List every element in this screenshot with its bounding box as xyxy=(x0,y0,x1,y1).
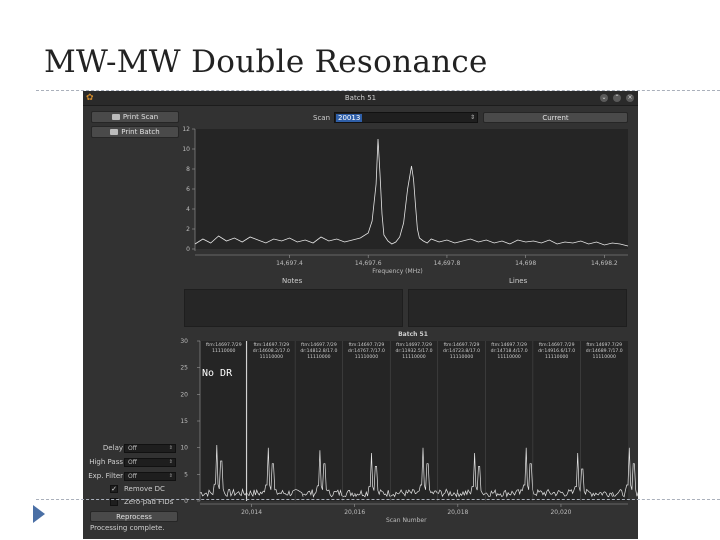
delay-label: Delay xyxy=(102,444,123,452)
batch-segment-label-line3: 11110000 xyxy=(307,354,330,360)
batch-segment-label-line2: dr:11932.5/17.0 xyxy=(395,348,432,354)
batch-segment-label-line1: ftm:14697.7/29 xyxy=(491,342,527,348)
batch-segment-label-line2: 11110000 xyxy=(212,348,235,354)
batch-segment-label-line1: ftm:14697.7/29 xyxy=(539,342,575,348)
high-pass-label: High Pass xyxy=(89,458,123,466)
batch-x-tick-label: 20,014 xyxy=(241,509,262,516)
delay-spinbox[interactable]: Off ⇕ xyxy=(124,444,176,453)
spectrum-x-tick-label: 14,698.2 xyxy=(591,260,618,267)
batch-segment-label-line1: ftm:14697.7/29 xyxy=(301,342,337,348)
bullet-arrow-icon xyxy=(33,505,45,523)
batch-segment-label-line1: ftm:14697.7/29 xyxy=(206,342,242,348)
batch-segment-label-line2: dr:14916.6/17.0 xyxy=(538,348,575,354)
spin-arrows-icon[interactable]: ⇕ xyxy=(169,445,173,452)
batch-segment-label-line2: dr:14812.8/17.0 xyxy=(300,348,337,354)
reprocess-label: Reprocess xyxy=(116,513,152,521)
slide-title: MW-MW Double Resonance xyxy=(44,44,488,80)
spectrum-y-tick-label: 0 xyxy=(186,246,190,253)
spectrum-y-tick-label: 12 xyxy=(182,126,190,133)
spectrum-y-tick-label: 4 xyxy=(186,206,190,213)
batch-segment-label-line3: 11110000 xyxy=(402,354,425,360)
batch-segment-label-line2: dr:14723.8/17.0 xyxy=(443,348,480,354)
batch-y-tick-label: 30 xyxy=(180,338,188,345)
batch-segment-label-line3: 11110000 xyxy=(450,354,473,360)
batch-y-tick-label: 20 xyxy=(180,391,188,398)
batch-segment-label-line3: 11110000 xyxy=(260,354,283,360)
batch-plot-area xyxy=(200,341,628,501)
spectrum-plot[interactable]: 0 2 4 6 8 10 12 14,697.4 14,697.6 14,697.8 14,698 1… xyxy=(182,126,629,275)
batch-segment-label-line2: dr:14608.2/17.0 xyxy=(253,348,290,354)
batch-segment-label-line1: ftm:14697.7/29 xyxy=(586,342,622,348)
batch-segment-label-line1: ftm:14697.7/29 xyxy=(396,342,432,348)
batch-y-tick-label: 15 xyxy=(180,418,188,425)
batch-segment-label-line3: 11110000 xyxy=(355,354,378,360)
spectrum-plot-area xyxy=(195,129,628,249)
batch-segment-label-line2: dr:14718.4/17.0 xyxy=(491,348,528,354)
exp-filter-value: Off xyxy=(128,473,137,480)
batch-segment-label-line3: 11110000 xyxy=(497,354,520,360)
footer-divider xyxy=(36,499,720,500)
spectrum-x-tick-label: 14,697.8 xyxy=(434,260,461,267)
delay-value: Off xyxy=(128,445,137,452)
spectrum-y-tick-label: 10 xyxy=(182,146,190,153)
batch-y-tick-label: 10 xyxy=(180,445,188,452)
spectrum-x-tick-label: 14,698 xyxy=(515,260,536,267)
remove-dc-label: Remove DC xyxy=(124,485,165,493)
batch-segment-label-line1: ftm:14697.7/29 xyxy=(349,342,385,348)
exp-filter-spinbox[interactable]: Off ⇕ xyxy=(124,472,176,481)
batch-x-axis-label: Scan Number xyxy=(386,517,427,524)
batch-plot[interactable]: Batch 5105101520253020,014 20,016 20,018 20… xyxy=(180,331,638,524)
app-window: ✿ Batch 51 ⌄ ⌃ × Print Scan Print Batch … xyxy=(83,91,638,539)
batch-x-tick-label: 20,016 xyxy=(344,509,365,516)
high-pass-value: Off xyxy=(128,459,137,466)
spectrum-y-tick-label: 2 xyxy=(186,226,190,233)
spectrum-x-tick-label: 14,697.4 xyxy=(276,260,303,267)
batch-plot-title: Batch 51 xyxy=(398,331,428,338)
batch-segment-label-line3: 11110000 xyxy=(593,354,616,360)
reprocess-button[interactable]: Reprocess xyxy=(90,511,178,522)
no-dr-annotation: No DR xyxy=(202,368,233,379)
checkmark-icon: ✓ xyxy=(111,485,117,493)
batch-x-tick-label: 20,018 xyxy=(447,509,468,516)
spectrum-x-axis-label: Frequency (MHz) xyxy=(372,268,422,275)
batch-x-tick-label: 20,020 xyxy=(550,509,571,516)
spectrum-y-tick-label: 8 xyxy=(186,166,190,173)
status-message: Processing complete. xyxy=(90,524,165,532)
batch-segment-label-line2: dr:14689.7/17.0 xyxy=(586,348,623,354)
batch-segment-label-line2: dr:14767.7/17.0 xyxy=(348,348,385,354)
batch-segment-label-line3: 11110000 xyxy=(545,354,568,360)
spin-arrows-icon[interactable]: ⇕ xyxy=(169,473,173,480)
remove-dc-checkbox[interactable]: ✓ xyxy=(110,485,118,493)
spectrum-x-tick-label: 14,697.6 xyxy=(355,260,382,267)
high-pass-spinbox[interactable]: Off ⇕ xyxy=(124,458,176,467)
batch-segment-label-line1: ftm:14697.7/29 xyxy=(253,342,289,348)
exp-filter-label: Exp. Filter xyxy=(88,472,123,480)
batch-y-tick-label: 5 xyxy=(184,471,188,478)
batch-y-tick-label: 25 xyxy=(180,365,188,372)
batch-segment-label-line1: ftm:14697.7/29 xyxy=(444,342,480,348)
spin-arrows-icon[interactable]: ⇕ xyxy=(169,459,173,466)
spectrum-y-tick-label: 6 xyxy=(186,186,190,193)
